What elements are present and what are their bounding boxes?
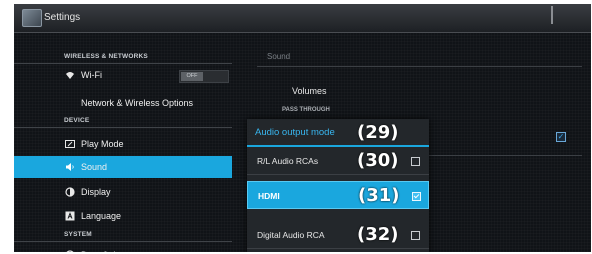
option-label: HDMI	[258, 191, 280, 201]
settings-item-sound[interactable]: Sound	[14, 156, 232, 178]
settings-screen: Settings WIRELESS & NETWORKS Wi-Fi OFF N…	[14, 4, 591, 252]
option-label: Digital Audio RCA	[257, 230, 325, 240]
pass-through-checkbox[interactable]: ✓	[556, 132, 566, 142]
sound-label: Sound	[81, 162, 108, 172]
speaker-icon	[66, 163, 74, 171]
wifi-toggle-state: OFF	[181, 72, 203, 81]
option-radio[interactable]	[411, 157, 420, 166]
sound-pane-title-divider	[257, 66, 582, 67]
app-title: Settings	[44, 12, 81, 23]
section-header-device: DEVICE	[14, 116, 232, 128]
sound-pane-title: Sound	[267, 52, 291, 61]
option-rl-audio-rcas[interactable]: R/L Audio RCAs (30)	[247, 147, 429, 175]
option-callout: (31)	[358, 185, 400, 206]
settings-item-display[interactable]: Display	[14, 181, 232, 203]
settings-list: WIRELESS & NETWORKS Wi-Fi OFF Network & …	[14, 32, 246, 252]
display-label: Display	[81, 187, 111, 197]
option-radio[interactable]	[412, 192, 421, 201]
clock-icon	[66, 250, 74, 252]
date-time-label: Date & time	[81, 244, 128, 252]
network-options-label: Network & Wireless Options	[81, 98, 194, 108]
settings-item-wifi[interactable]: Wi-Fi OFF	[14, 64, 232, 86]
settings-item-network-options[interactable]: Network & Wireless Options	[14, 92, 232, 114]
dialog-title-bar: Audio output mode (29)	[247, 119, 429, 147]
action-bar: Settings	[14, 4, 591, 33]
option-callout: (30)	[357, 150, 399, 171]
audio-output-mode-dialog: Audio output mode (29) R/L Audio RCAs (3…	[247, 119, 429, 252]
settings-item-language[interactable]: Language	[14, 205, 232, 227]
option-hdmi[interactable]: HDMI (31)	[247, 181, 429, 209]
action-bar-divider	[551, 6, 553, 24]
volumes-setting[interactable]: Volumes	[292, 86, 327, 96]
language-icon	[65, 211, 75, 221]
settings-app-icon[interactable]	[22, 9, 42, 27]
pass-through-header: PASS THROUGH	[282, 107, 330, 113]
option-radio[interactable]	[411, 231, 420, 240]
play-mode-icon	[65, 140, 75, 148]
language-label: Language	[81, 211, 122, 221]
section-header-wireless: WIRELESS & NETWORKS	[14, 52, 232, 64]
option-digital-audio-rca[interactable]: Digital Audio RCA (32)	[247, 221, 429, 249]
option-callout: (32)	[357, 224, 399, 245]
settings-item-date-time[interactable]: Date & time	[14, 244, 232, 252]
wifi-icon	[66, 72, 74, 79]
display-icon	[65, 187, 75, 197]
wifi-label: Wi-Fi	[81, 70, 102, 80]
section-header-system: SYSTEM	[14, 230, 232, 242]
option-label: R/L Audio RCAs	[257, 156, 319, 166]
settings-item-play-mode[interactable]: Play Mode	[14, 133, 232, 155]
dialog-title: Audio output mode	[255, 127, 335, 138]
play-mode-label: Play Mode	[81, 139, 124, 149]
dialog-title-callout: (29)	[357, 122, 399, 143]
wifi-toggle[interactable]: OFF	[179, 70, 229, 83]
